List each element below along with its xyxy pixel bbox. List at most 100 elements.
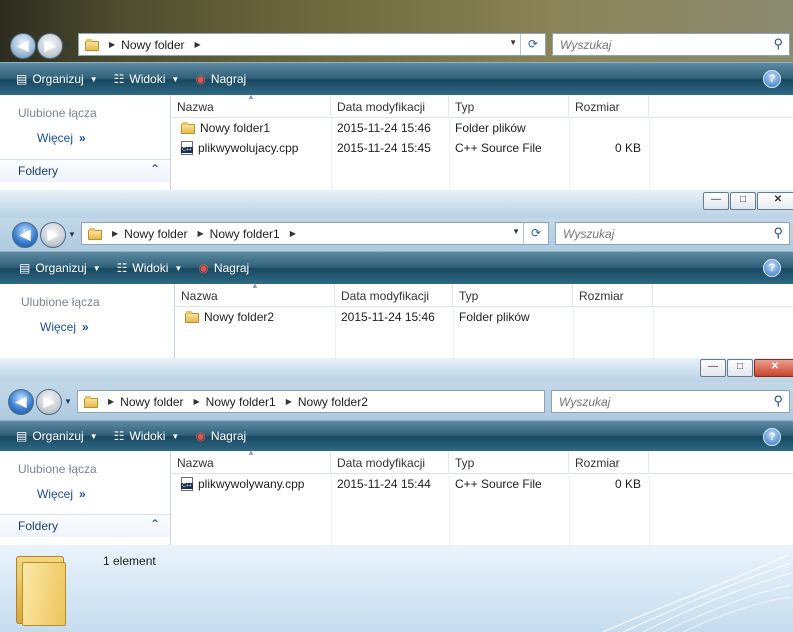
address-bar[interactable]: ▶ Nowy folder ▶ Nowy folder1 ▶ ▼ ⟳: [81, 222, 549, 245]
title-bar[interactable]: — □ ✕: [0, 190, 793, 218]
views-button[interactable]: ☷ Widoki ▼: [114, 429, 180, 443]
breadcrumb-arrow-icon[interactable]: ▶: [290, 229, 296, 238]
forward-button[interactable]: ▶: [40, 222, 66, 248]
column-type[interactable]: Typ: [453, 284, 573, 306]
chevron-up-icon[interactable]: ⌃: [150, 517, 160, 531]
help-icon[interactable]: ?: [763, 70, 781, 88]
title-bar[interactable]: — □ ✕: [0, 358, 793, 382]
burn-button[interactable]: ◉ Nagraj: [195, 72, 246, 86]
breadcrumb-item[interactable]: ▶ Nowy folder: [105, 38, 185, 52]
help-icon[interactable]: ?: [763, 259, 781, 277]
column-type[interactable]: Typ: [449, 451, 569, 473]
maximize-button[interactable]: □: [730, 192, 756, 210]
list-item[interactable]: plikwywolywany.cpp 2015-11-24 15:44 C++ …: [171, 474, 793, 494]
minimize-button[interactable]: —: [703, 192, 729, 210]
views-button[interactable]: ☷ Widoki ▼: [117, 261, 183, 275]
organize-icon: ▤: [16, 429, 28, 443]
column-size[interactable]: Rozmiar: [569, 95, 649, 117]
list-item[interactable]: Nowy folder2 2015-11-24 15:46 Folder pli…: [175, 307, 793, 327]
address-bar[interactable]: ▶ Nowy folder ▶ Nowy folder1 ▶ Nowy folder2: [77, 390, 545, 413]
back-button[interactable]: ◀: [12, 222, 38, 248]
search-box[interactable]: ⚲: [551, 390, 790, 413]
dropdown-arrow-icon: ▼: [92, 263, 101, 273]
column-date-modified[interactable]: Data modyfikacji: [335, 284, 453, 306]
views-button[interactable]: ☷ Widoki ▼: [114, 72, 180, 86]
dropdown-arrow-icon: ▼: [171, 431, 180, 441]
back-button[interactable]: ◀: [8, 389, 34, 415]
search-box[interactable]: ⚲: [555, 222, 790, 245]
burn-button[interactable]: ◉ Nagraj: [195, 429, 246, 443]
recent-pages-dropdown-icon[interactable]: ▼: [68, 230, 76, 239]
breadcrumb-item[interactable]: ▶ Nowy folder: [104, 395, 184, 409]
column-date-modified[interactable]: Data modyfikacji: [331, 451, 449, 473]
more-link[interactable]: Więcej»: [40, 320, 89, 334]
burn-disc-icon: ◉: [198, 261, 209, 275]
favorite-links-header: Ulubione łącza: [18, 462, 97, 476]
column-size[interactable]: Rozmiar: [573, 284, 653, 306]
organize-button[interactable]: ▤ Organizuj ▼: [16, 72, 98, 86]
minimize-button[interactable]: —: [700, 359, 726, 377]
column-name[interactable]: ▲ Nazwa: [171, 92, 331, 117]
back-button[interactable]: ◀: [10, 33, 36, 59]
more-link[interactable]: Więcej»: [37, 487, 86, 501]
organize-icon: ▤: [16, 72, 28, 86]
search-input[interactable]: [558, 37, 732, 53]
breadcrumb-arrow-icon[interactable]: ▶: [195, 40, 201, 49]
recent-pages-dropdown-icon[interactable]: ▼: [64, 397, 72, 406]
refresh-icon[interactable]: ⟳: [520, 34, 545, 55]
column-type[interactable]: Typ: [449, 95, 569, 117]
sort-arrow-icon: ▲: [251, 281, 259, 290]
breadcrumb-item[interactable]: ▶ Nowy folder1: [190, 395, 276, 409]
column-divider: [335, 306, 336, 358]
views-icon: ☷: [113, 429, 125, 443]
search-input[interactable]: [561, 226, 735, 242]
list-item[interactable]: Nowy folder1 2015-11-24 15:46 Folder pli…: [171, 118, 793, 138]
address-bar[interactable]: ▶ Nowy folder ▶ ▼ ⟳: [78, 33, 546, 56]
search-icon[interactable]: ⚲: [773, 225, 783, 241]
column-name[interactable]: ▲ Nazwa: [171, 448, 331, 473]
sort-arrow-icon: ▲: [247, 92, 255, 101]
refresh-icon[interactable]: ⟳: [523, 223, 548, 244]
organize-button[interactable]: ▤ Organizuj ▼: [19, 261, 101, 275]
search-box[interactable]: ⚲: [552, 33, 790, 56]
search-icon[interactable]: ⚲: [773, 393, 783, 409]
column-divider: [449, 117, 450, 190]
column-divider: [649, 473, 650, 546]
breadcrumb-item[interactable]: ▶ Nowy folder: [108, 227, 188, 241]
close-button[interactable]: ✕: [754, 359, 793, 377]
column-size[interactable]: Rozmiar: [569, 451, 649, 473]
navigation-pane: Ulubione łącza Więcej» Foldery ⌃: [0, 451, 171, 546]
help-icon[interactable]: ?: [763, 428, 781, 446]
address-dropdown-icon[interactable]: ▼: [509, 38, 517, 47]
close-button[interactable]: ✕: [757, 192, 793, 210]
chevron-up-icon[interactable]: ⌃: [150, 162, 160, 176]
column-headers: ▲ Nazwa Data modyfikacji Typ Rozmiar: [171, 92, 793, 118]
column-divider: [569, 117, 570, 190]
column-headers: ▲ Nazwa Data modyfikacji Typ Rozmiar: [171, 448, 793, 474]
breadcrumb-item[interactable]: ▶ Nowy folder2: [282, 395, 368, 409]
command-bar: ▤ Organizuj ▼ ☷ Widoki ▼ ◉ Nagraj ?: [0, 420, 793, 451]
search-icon[interactable]: ⚲: [773, 36, 783, 52]
organize-button[interactable]: ▤ Organizuj ▼: [16, 429, 98, 443]
breadcrumb-item[interactable]: ▶ Nowy folder1: [194, 227, 280, 241]
forward-button[interactable]: ▶: [37, 33, 63, 59]
explorer-window-nowy-folder: — □ ✕ ◀ ▶ ▼ ▶Nowy folder ▶ ▼ ⟳ ⚲ ▤Organi…: [0, 0, 793, 190]
folders-toggle[interactable]: Foldery ⌃: [0, 159, 170, 182]
sort-arrow-icon: ▲: [247, 448, 255, 457]
recent-pages-dropdown-icon[interactable]: ▼: [64, 41, 72, 50]
burn-button[interactable]: ◉ Nagraj: [198, 261, 249, 275]
column-divider: [649, 117, 650, 190]
forward-button[interactable]: ▶: [36, 389, 62, 415]
more-link[interactable]: Więcej»: [37, 131, 86, 145]
views-icon: ☷: [113, 72, 125, 86]
column-date-modified[interactable]: Data modyfikacji: [331, 95, 449, 117]
folders-toggle[interactable]: Foldery ⌃: [0, 514, 170, 537]
breadcrumb-arrow-icon: ▶: [197, 229, 204, 238]
search-input[interactable]: [557, 394, 731, 410]
list-item[interactable]: plikwywolujacy.cpp 2015-11-24 15:45 C++ …: [171, 138, 793, 158]
column-name[interactable]: ▲ Nazwa: [175, 281, 335, 306]
address-dropdown-icon[interactable]: ▼: [512, 227, 520, 236]
maximize-button[interactable]: □: [727, 359, 753, 377]
details-pane: 1 element: [0, 545, 793, 632]
breadcrumb-arrow-icon: ▶: [108, 397, 115, 406]
